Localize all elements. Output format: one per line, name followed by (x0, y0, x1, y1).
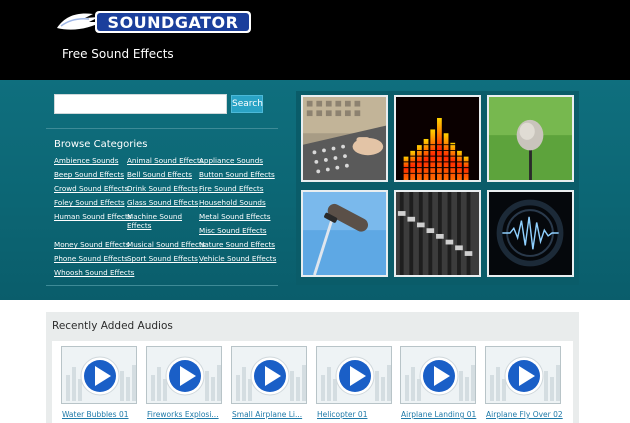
search-input[interactable] (54, 94, 227, 114)
play-audio-button[interactable] (316, 346, 392, 404)
category-link[interactable]: Drink Sound Effects (127, 184, 198, 193)
audio-item: Fireworks Explosi... (146, 346, 222, 419)
audio-item: Small Airplane Li... (231, 346, 307, 419)
category-link[interactable]: Money Sound Effects (54, 240, 129, 249)
site-header: SOUNDGATOR Free Sound Effects (0, 0, 630, 80)
play-audio-button[interactable] (231, 346, 307, 404)
category-link[interactable]: Nature Sound Effects (199, 240, 275, 249)
play-audio-button[interactable] (485, 346, 561, 404)
category-link[interactable]: Glass Sound Effects (127, 198, 198, 207)
fader-panel-thumb[interactable] (394, 190, 481, 277)
category-link[interactable]: Crowd Sound Effects (54, 184, 128, 193)
recently-added-title: Recently Added Audios (52, 320, 173, 332)
field-microphone-thumb[interactable] (487, 95, 574, 182)
boom-microphone-thumb[interactable] (301, 190, 388, 277)
category-link[interactable]: Ambience Sounds (54, 156, 119, 165)
audio-title-link[interactable]: Water Bubbles 01 (62, 410, 129, 419)
category-link[interactable]: Beep Sound Effects (54, 170, 124, 179)
browse-categories-title: Browse Categories (54, 139, 148, 150)
audio-title-link[interactable]: Airplane Fly Over 02 (486, 410, 563, 419)
play-audio-button[interactable] (400, 346, 476, 404)
category-link[interactable]: Appliance Sounds (199, 156, 263, 165)
site-tagline: Free Sound Effects (62, 47, 174, 61)
play-audio-button[interactable] (146, 346, 222, 404)
equalizer-bars-thumb[interactable] (394, 95, 481, 182)
audio-title-link[interactable]: Airplane Landing 01 (401, 410, 476, 419)
category-link[interactable]: Machine Sound Effects (127, 212, 187, 230)
category-link[interactable]: Sport Sound Effects (127, 254, 198, 263)
category-link[interactable]: Human Sound Effects (54, 212, 132, 221)
audio-item: Helicopter 01 (316, 346, 392, 419)
category-link[interactable]: Fire Sound Effects (199, 184, 263, 193)
divider-bottom (46, 285, 278, 286)
audio-title-link[interactable]: Helicopter 01 (317, 410, 367, 419)
audio-title-link[interactable]: Fireworks Explosi... (147, 410, 219, 419)
divider-top (46, 128, 278, 129)
soundgator-logo[interactable]: SOUNDGATOR (55, 6, 253, 36)
category-link[interactable]: Phone Sound Effects (54, 254, 128, 263)
svg-text:SOUNDGATOR: SOUNDGATOR (108, 13, 239, 32)
audio-item: Airplane Fly Over 02 (485, 346, 563, 419)
audio-item: Water Bubbles 01 (61, 346, 137, 419)
recently-added-panel: Recently Added Audios Water Bubbles 01 F… (46, 312, 579, 423)
category-link[interactable]: Bell Sound Effects (127, 170, 192, 179)
mixing-console-thumb[interactable] (301, 95, 388, 182)
category-link[interactable]: Household Sounds (199, 198, 266, 207)
search-button[interactable]: Search (231, 95, 263, 113)
category-link[interactable]: Animal Sound Effects (127, 156, 204, 165)
audio-item: Airplane Landing 01 (400, 346, 476, 419)
category-link[interactable]: Metal Sound Effects (199, 212, 270, 221)
category-link[interactable]: Button Sound Effects (199, 170, 275, 179)
category-link[interactable]: Musical Sound Effects (127, 240, 205, 249)
category-link[interactable]: Whoosh Sound Effects (54, 268, 134, 277)
featured-gallery (296, 91, 579, 285)
sound-wave-ring-thumb[interactable] (487, 190, 574, 277)
category-link[interactable]: Misc Sound Effects (199, 226, 267, 235)
category-link[interactable]: Foley Sound Effects (54, 198, 125, 207)
category-link[interactable]: Vehicle Sound Effects (199, 254, 276, 263)
audio-title-link[interactable]: Small Airplane Li... (232, 410, 302, 419)
play-audio-button[interactable] (61, 346, 137, 404)
